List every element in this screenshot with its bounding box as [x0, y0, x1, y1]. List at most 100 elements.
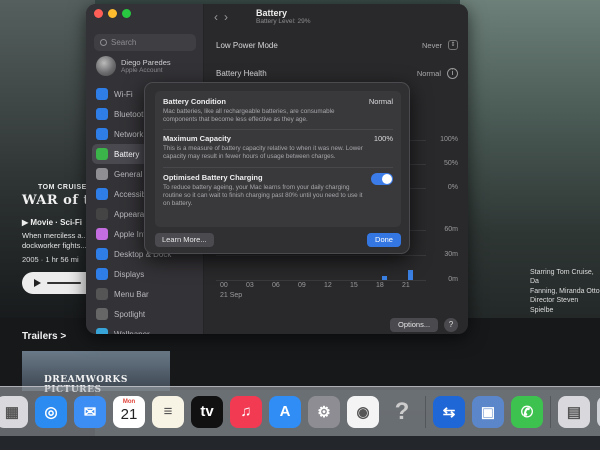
- display-icon: [96, 268, 108, 280]
- sidebar-item-spotlight[interactable]: Spotlight: [92, 304, 200, 324]
- learn-more-button[interactable]: Learn More...: [155, 233, 214, 247]
- credit-line: Fanning, Miranda Otto: [530, 287, 600, 295]
- search-input[interactable]: Search: [94, 34, 196, 51]
- desktop-icon: [96, 248, 108, 260]
- movie-year-duration: 2005 · 1 hr 56 mi: [22, 255, 79, 264]
- spotlight-icon: [96, 308, 108, 320]
- trailer-thumbnail[interactable]: DREAMWORKS PICTURES: [22, 351, 170, 395]
- chart-x-tick-label: 09: [298, 282, 306, 289]
- chart-y-tick-label: 0%: [447, 184, 458, 191]
- mail-icon[interactable]: ✉: [74, 395, 106, 428]
- zoom-icon[interactable]: [122, 9, 131, 18]
- search-icon: [100, 39, 107, 46]
- battery-level: Battery Level: 29%: [256, 18, 311, 25]
- movie-credits: Starring Tom Cruise, Da Fanning, Miranda…: [530, 268, 600, 315]
- info-icon[interactable]: i: [447, 67, 458, 79]
- teamviewer-icon[interactable]: ⇆: [433, 395, 465, 428]
- sidebar-item-label: Network: [114, 129, 144, 139]
- apple-tv-icon[interactable]: tv: [191, 395, 223, 428]
- app-store-icon[interactable]: A: [269, 395, 301, 428]
- chart-y-tick-label: 50%: [443, 160, 458, 167]
- bluetooth-icon: [96, 108, 108, 120]
- safari-icon[interactable]: ◎: [35, 395, 67, 428]
- wallpaper-icon: [96, 328, 108, 334]
- maximum-capacity-desc: This is a measure of battery capacity re…: [163, 145, 363, 161]
- optimised-charging-section: Optimised Battery Charging To reduce bat…: [163, 173, 393, 208]
- help-icon[interactable]: ?: [386, 396, 418, 428]
- credit-line: Starring Tom Cruise, Da: [530, 269, 594, 286]
- minimize-icon[interactable]: [108, 9, 117, 18]
- sheet-group: Battery Condition Normal Mac batteries, …: [155, 91, 401, 227]
- chevron-updown-icon[interactable]: ⇕: [448, 40, 458, 50]
- launchpad-icon[interactable]: ▦: [0, 395, 28, 428]
- apple-intelligence-icon: [96, 228, 108, 240]
- play-icon: [34, 279, 41, 287]
- gear-icon: [96, 168, 108, 180]
- divider: [163, 129, 393, 130]
- sidebar-item-label: Wi-Fi: [114, 89, 133, 99]
- facetime-icon[interactable]: ✆: [511, 395, 543, 428]
- sidebar-item-label: Battery: [114, 149, 140, 159]
- forward-icon[interactable]: ›: [224, 10, 228, 24]
- chart-date-label: 21 Sep: [220, 292, 243, 299]
- user-subtitle: Apple Account: [121, 67, 163, 74]
- back-icon[interactable]: ‹: [214, 10, 218, 24]
- chart-x-tick-label: 06: [272, 282, 280, 289]
- notes-icon[interactable]: ≡: [152, 395, 184, 428]
- battery-condition-title: Battery Condition: [163, 97, 226, 106]
- wifi-icon: [96, 88, 108, 100]
- desk-edge: [0, 436, 600, 450]
- chrome-icon[interactable]: ◉: [347, 395, 379, 428]
- battery-condition-desc: Mac batteries, like all rechargeable bat…: [163, 108, 335, 124]
- movie-meta: ▶ Movie · Sci-Fi: [22, 218, 82, 227]
- nav-arrows: ‹ ›: [214, 10, 228, 24]
- optimised-charging-title: Optimised Battery Charging: [163, 173, 263, 182]
- maximum-capacity-title: Maximum Capacity: [163, 134, 231, 143]
- preview-icon[interactable]: ▣: [472, 395, 504, 428]
- done-button[interactable]: Done: [367, 233, 401, 247]
- battery-condition-section: Battery Condition Normal Mac batteries, …: [163, 97, 393, 124]
- avatar: [96, 56, 116, 76]
- downloads-icon[interactable]: ▤: [558, 395, 590, 428]
- trailers-heading[interactable]: Trailers >: [22, 331, 66, 342]
- help-button[interactable]: ?: [444, 318, 458, 332]
- close-icon[interactable]: [94, 9, 103, 18]
- calendar-month: Mon: [122, 398, 136, 405]
- chart-x-tick-label: 12: [324, 282, 332, 289]
- battery-health-label: Battery Health: [216, 68, 267, 78]
- sidebar-item-label: Spotlight: [114, 309, 146, 319]
- battery-health-row[interactable]: Battery Health Normal i: [216, 62, 458, 84]
- low-power-label: Low Power Mode: [216, 40, 278, 50]
- sidebar-item-menu-bar[interactable]: Menu Bar: [92, 284, 200, 304]
- calendar-icon[interactable]: Mon 21: [113, 395, 145, 428]
- chart-x-tick-label: 21: [402, 282, 410, 289]
- pane-title: Battery: [256, 8, 288, 18]
- optimised-charging-toggle[interactable]: [371, 173, 393, 185]
- sidebar-item-displays[interactable]: Displays: [92, 264, 200, 284]
- calendar-day: 21: [120, 405, 138, 423]
- options-button[interactable]: Options...: [390, 318, 439, 332]
- chart-y-tick-label: 0m: [448, 276, 458, 283]
- chart-y-tick-label: 100%: [440, 136, 458, 143]
- usage-bar: [408, 270, 413, 280]
- chart-y-tick-label: 30m: [444, 251, 458, 258]
- sidebar-item-wallpaper[interactable]: Wallpaper: [92, 324, 200, 334]
- grid-line: [216, 280, 426, 281]
- low-power-mode-row[interactable]: Low Power Mode Never ⇕: [216, 34, 458, 56]
- battery-health-sheet: Battery Condition Normal Mac batteries, …: [144, 82, 410, 254]
- user-account[interactable]: Diego Paredes Apple Account: [96, 56, 171, 76]
- sidebar-item-label: Bluetooth: [114, 109, 148, 119]
- chart-x-tick-label: 15: [350, 282, 358, 289]
- search-placeholder: Search: [111, 38, 137, 47]
- chart-x-tick-label: 03: [246, 282, 254, 289]
- sidebar-item-label: General: [114, 169, 143, 179]
- system-settings-icon[interactable]: ⚙: [308, 395, 340, 428]
- dock-separator: [425, 395, 426, 428]
- low-power-value: Never: [421, 40, 442, 50]
- chart-x-tick-label: 18: [376, 282, 384, 289]
- sidebar-item-label: Menu Bar: [114, 289, 149, 299]
- divider: [163, 167, 393, 168]
- menu-bar-icon: [96, 288, 108, 300]
- music-icon[interactable]: ♫: [230, 395, 262, 428]
- credit-line: Director Steven Spielbe: [530, 297, 579, 314]
